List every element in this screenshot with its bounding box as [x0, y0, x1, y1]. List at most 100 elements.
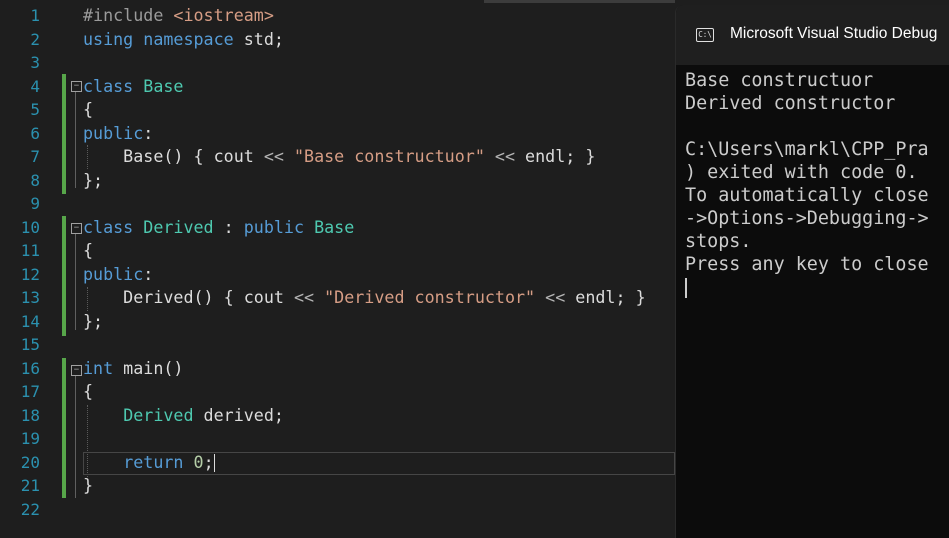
- line-number: 15: [20, 335, 40, 354]
- code-token: Derived: [143, 216, 214, 237]
- console-cursor-line: [685, 276, 949, 299]
- console-output-line: stops.: [685, 231, 752, 252]
- line-number: 20: [20, 452, 40, 472]
- line-number-gutter: 1 2 3 4 5 6 7 8 9 10 11 12 13 14 15 16 17 18 19 20 21 22: [0, 4, 60, 521]
- code-token: Base: [143, 75, 184, 96]
- code-line[interactable]: [83, 51, 646, 75]
- code-line[interactable]: class Derived : public Base: [83, 216, 646, 240]
- code-line[interactable]: }: [83, 474, 646, 498]
- console-output[interactable]: Base constructuor Derived constructor C:\U…: [676, 65, 949, 299]
- outline-bracket: [75, 376, 76, 498]
- line-number: 7: [30, 147, 40, 166]
- line-number: 2: [30, 29, 40, 49]
- line-number: 18: [20, 405, 40, 425]
- line-number: 16: [20, 358, 40, 378]
- console-output-line: ->Options->Debugging->: [685, 208, 929, 229]
- line-number: 21: [20, 476, 40, 495]
- code-token: <<: [293, 287, 315, 307]
- code-token: #include: [83, 5, 174, 25]
- code-line[interactable]: Derived derived;: [83, 404, 646, 428]
- code-line[interactable]: };: [83, 169, 646, 193]
- line-number: 12: [20, 264, 40, 284]
- collapse-toggle-icon[interactable]: −: [71, 81, 82, 92]
- code-line[interactable]: {: [83, 98, 646, 122]
- code-token: <<: [263, 146, 284, 166]
- code-token: {: [83, 240, 94, 260]
- code-token: using: [83, 28, 134, 49]
- line-number: 5: [30, 100, 40, 119]
- console-title-bar[interactable]: C:\ Microsoft Visual Studio Debug: [676, 5, 949, 65]
- console-output-line: Base constructuor: [685, 70, 874, 91]
- code-line[interactable]: [83, 498, 646, 522]
- code-token: int: [83, 357, 114, 378]
- console-cursor: [685, 278, 687, 298]
- code-token: endl; }: [565, 287, 646, 307]
- code-token: Base() { cout: [83, 146, 264, 166]
- change-indicator-bar: [62, 74, 66, 194]
- code-token: class: [83, 75, 134, 96]
- line-number: 13: [20, 288, 40, 307]
- code-line[interactable]: #include <iostream>: [83, 4, 646, 28]
- code-token: :: [213, 216, 244, 237]
- console-output-line: Derived constructor: [685, 93, 896, 114]
- code-token: }: [83, 475, 94, 495]
- code-line[interactable]: public:: [83, 263, 646, 287]
- code-token: <<: [545, 287, 566, 307]
- code-line[interactable]: return 0;: [83, 451, 646, 475]
- code-editor[interactable]: 1 2 3 4 5 6 7 8 9 10 11 12 13 14 15 16 17 18 19 20 21 22 − − …: [0, 0, 675, 538]
- line-number: 17: [20, 382, 40, 401]
- line-number: 11: [20, 241, 40, 260]
- console-app-icon: C:\: [696, 28, 714, 42]
- code-token: Base: [314, 216, 355, 237]
- code-line[interactable]: {: [83, 239, 646, 263]
- code-line[interactable]: };: [83, 310, 646, 334]
- code-token: };: [83, 310, 104, 331]
- code-token: namespace: [143, 28, 234, 49]
- code-line[interactable]: Derived() { cout << "Derived constructor…: [83, 286, 646, 310]
- text-caret: [213, 454, 215, 472]
- editor-top-border: [0, 0, 675, 3]
- change-indicator-bar: [62, 216, 66, 336]
- line-number: 4: [30, 76, 40, 96]
- line-number: 22: [20, 499, 40, 519]
- code-token: public: [83, 263, 144, 284]
- code-line[interactable]: [83, 427, 646, 451]
- code-token: ;: [203, 451, 214, 472]
- line-number: 19: [20, 429, 40, 448]
- line-number: 10: [20, 217, 40, 237]
- collapse-toggle-icon[interactable]: −: [71, 365, 82, 376]
- code-token: :: [143, 263, 154, 284]
- change-indicator-bar: [62, 358, 66, 498]
- code-token: class: [83, 216, 134, 237]
- code-token: <iostream>: [173, 5, 274, 25]
- code-line[interactable]: Base() { cout << "Base constructuor" << …: [83, 145, 646, 169]
- code-line[interactable]: {: [83, 380, 646, 404]
- code-token: 0: [193, 451, 204, 472]
- line-number: 8: [30, 170, 40, 190]
- code-token: :: [143, 122, 154, 143]
- collapse-toggle-icon[interactable]: −: [71, 223, 82, 234]
- code-token: return: [123, 451, 184, 472]
- line-number: 1: [30, 6, 40, 25]
- code-line[interactable]: [83, 192, 646, 216]
- console-output-line: To automatically close: [685, 185, 929, 206]
- line-number: 3: [30, 53, 40, 72]
- line-number: 9: [30, 194, 40, 213]
- code-line[interactable]: class Base: [83, 75, 646, 99]
- code-line[interactable]: int main(): [83, 357, 646, 381]
- console-title: Microsoft Visual Studio Debug: [730, 25, 938, 42]
- code-line[interactable]: using namespace std;: [83, 28, 646, 52]
- outline-bracket: [75, 92, 76, 188]
- code-line[interactable]: [83, 333, 646, 357]
- code-line[interactable]: public:: [83, 122, 646, 146]
- code-area[interactable]: #include <iostream> using namespace std; …: [83, 4, 646, 521]
- debug-console-window[interactable]: C:\ Microsoft Visual Studio Debug Base c…: [675, 5, 949, 538]
